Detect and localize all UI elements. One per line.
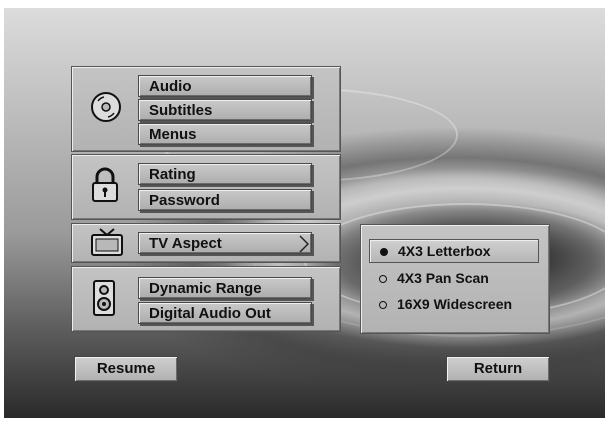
- audio-output-panel: Dynamic Range Digital Audio Out: [71, 266, 341, 332]
- resume-button[interactable]: Resume: [74, 356, 178, 382]
- tv-aspect-options-panel: 4X3 Letterbox 4X3 Pan Scan 16X9 Widescre…: [360, 224, 550, 334]
- option-label: 4X3 Letterbox: [398, 243, 491, 259]
- rating-button[interactable]: Rating: [138, 163, 312, 185]
- dynamic-range-button[interactable]: Dynamic Range: [138, 277, 312, 299]
- dvd-setup-screen: Audio Subtitles Menus Rating Password TV…: [4, 8, 605, 418]
- option-4x3-pan-scan[interactable]: 4X3 Pan Scan: [369, 267, 537, 289]
- audio-button[interactable]: Audio: [138, 75, 312, 97]
- radio-unselected-icon: [379, 274, 387, 283]
- tv-icon: [90, 227, 124, 257]
- tv-aspect-button[interactable]: TV Aspect: [138, 232, 312, 254]
- radio-unselected-icon: [379, 300, 387, 309]
- subtitles-button[interactable]: Subtitles: [138, 99, 312, 121]
- digital-audio-out-button[interactable]: Digital Audio Out: [138, 302, 312, 324]
- option-label: 16X9 Widescreen: [397, 296, 513, 312]
- option-label: 4X3 Pan Scan: [397, 270, 489, 286]
- option-16x9-widescreen[interactable]: 16X9 Widescreen: [369, 293, 537, 315]
- password-button[interactable]: Password: [138, 189, 312, 211]
- disc-icon: [90, 91, 122, 123]
- parental-lock-panel: Rating Password: [71, 154, 341, 220]
- chevron-right-icon: [299, 235, 310, 260]
- menus-button[interactable]: Menus: [138, 123, 312, 145]
- speaker-icon: [92, 279, 116, 317]
- disc-settings-panel: Audio Subtitles Menus: [71, 66, 341, 152]
- lock-icon: [90, 167, 120, 203]
- radio-selected-icon: [380, 247, 388, 256]
- option-4x3-letterbox[interactable]: 4X3 Letterbox: [369, 239, 539, 263]
- tv-aspect-label: TV Aspect: [149, 235, 222, 252]
- tv-aspect-panel: TV Aspect: [71, 223, 341, 263]
- return-button[interactable]: Return: [446, 356, 550, 382]
